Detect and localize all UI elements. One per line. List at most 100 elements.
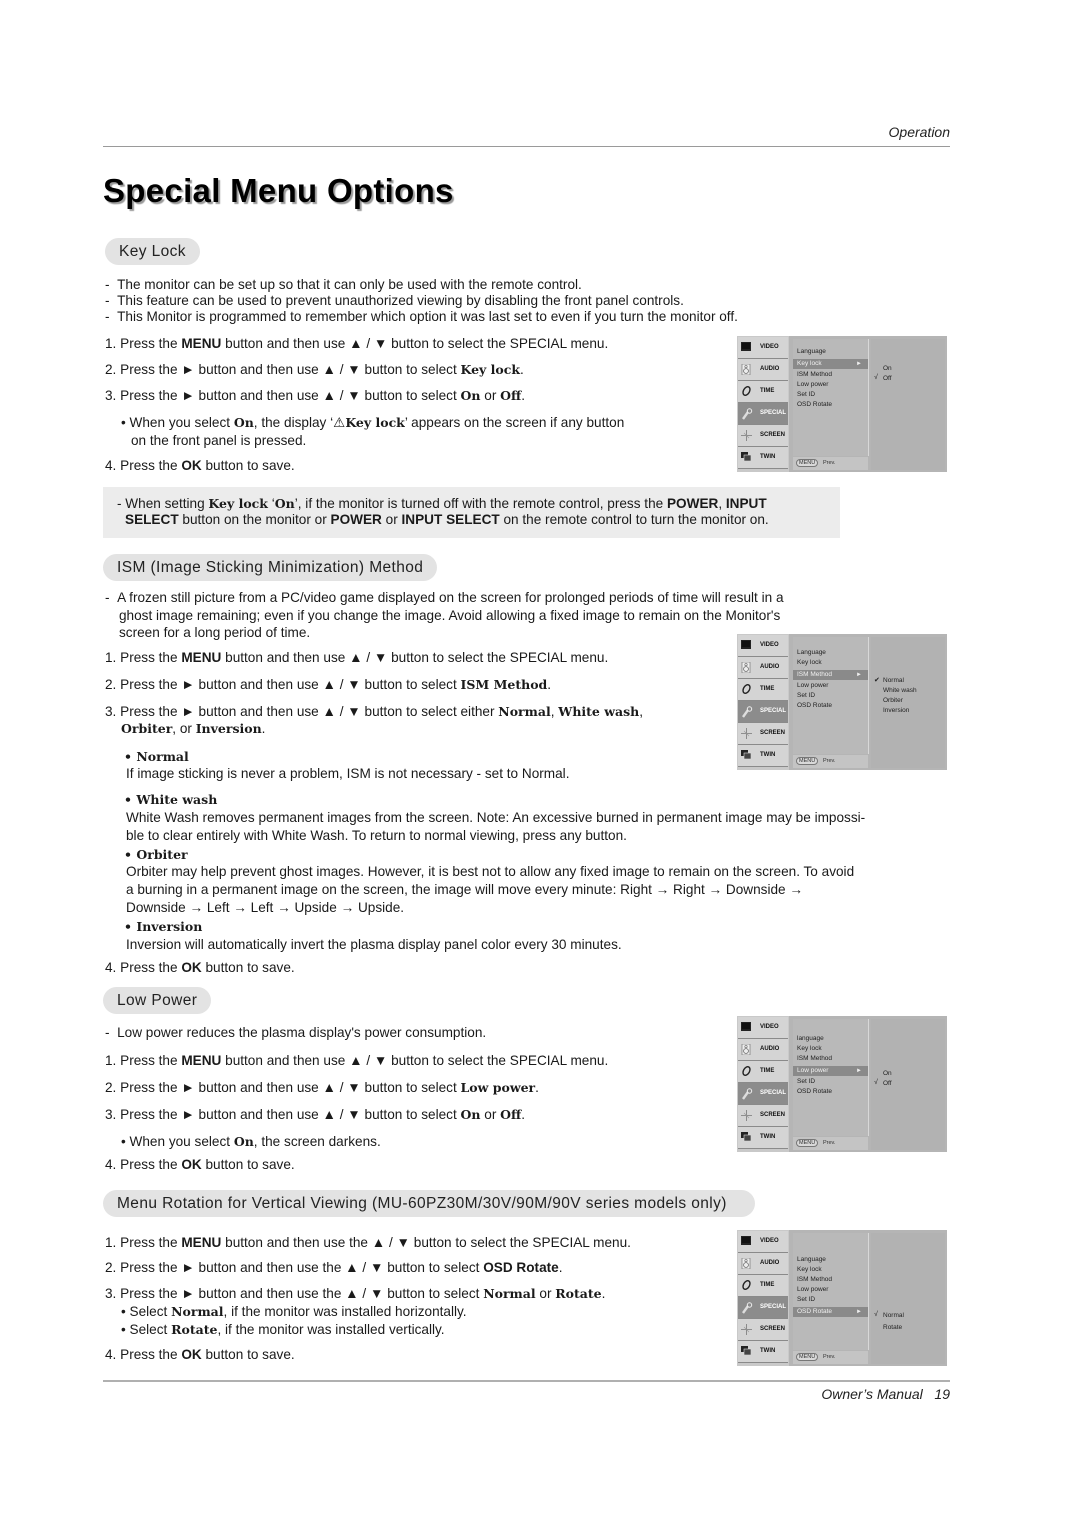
osd-tab-screen[interactable]: SCREEN xyxy=(738,1105,788,1127)
step-2: 2. Press the ► button and then use ▲ / ▼… xyxy=(105,362,524,377)
video-icon xyxy=(741,640,751,649)
osd-menu-item[interactable]: OSD Rotate xyxy=(797,401,832,408)
osd-menu-list: Language Key lock ISM Method Low power Set I… xyxy=(793,1233,869,1350)
osd-tab-video[interactable]: VIDEO xyxy=(738,1231,788,1253)
osd-tab-label: VIDEO xyxy=(760,642,779,648)
osd-menu-item[interactable]: Low power xyxy=(797,381,828,388)
osd-menu-item[interactable]: language xyxy=(797,1035,824,1042)
osd-tab-label: SCREEN xyxy=(760,432,786,438)
osd-tab-twin[interactable]: TWIN xyxy=(738,1127,788,1149)
osd-menu-item[interactable]: Low power xyxy=(797,682,828,689)
osd-menu-item[interactable]: Language xyxy=(797,1256,826,1263)
step-4: 4. Press the OK button to save. xyxy=(105,1157,295,1172)
osd-tab-special[interactable]: SPECIAL xyxy=(738,1083,788,1105)
osd-menu-item[interactable]: Set ID xyxy=(797,692,815,699)
osd-menu-item[interactable]: Language xyxy=(797,649,826,656)
osd-menu-item-label: OSD Rotate xyxy=(797,1088,833,1095)
osd-menu-item-label: OSD Rotate xyxy=(797,401,833,408)
section-heading-key-lock: Key Lock xyxy=(105,238,200,265)
osd-menu-item[interactable]: Set ID xyxy=(797,1296,815,1303)
osd-tab-column: VIDEO AUDIO TIME SPECIAL SCREEN TWIN xyxy=(737,1230,789,1366)
osd-tab-screen[interactable]: SCREEN xyxy=(738,723,788,745)
osd-option-normal[interactable]: Normal xyxy=(883,1312,904,1319)
osd-option-off[interactable]: Off xyxy=(883,375,892,382)
osd-menu-item[interactable]: OSD Rotate xyxy=(797,1088,832,1095)
osd-tab-screen[interactable]: SCREEN xyxy=(738,1319,788,1341)
osd-tab-video[interactable]: VIDEO xyxy=(738,635,788,657)
osd-tab-audio[interactable]: AUDIO xyxy=(738,1039,788,1061)
osd-tab-label: TWIN xyxy=(760,1348,776,1354)
osd-menu-item-label: Language xyxy=(797,348,826,355)
osd-menu-item-selected[interactable]: Key lock ► xyxy=(793,359,868,369)
osd-option-orbiter[interactable]: Orbiter xyxy=(883,697,903,704)
osd-tab-time[interactable]: TIME xyxy=(738,381,788,403)
osd-tab-audio[interactable]: AUDIO xyxy=(738,1253,788,1275)
osd-tab-special[interactable]: SPECIAL xyxy=(738,1297,788,1319)
osd-menu-item[interactable]: OSD Rotate xyxy=(797,702,832,709)
osd-tab-time[interactable]: TIME xyxy=(738,679,788,701)
osd-tab-twin[interactable]: TWIN xyxy=(738,745,788,767)
osd-menu-item-label: language xyxy=(797,1035,824,1042)
osd-menu-item-selected[interactable]: OSD Rotate ► xyxy=(793,1307,868,1317)
osd-tab-special[interactable]: SPECIAL xyxy=(738,701,788,723)
osd-tab-label: AUDIO xyxy=(760,1260,780,1266)
check-icon: √ xyxy=(874,1311,878,1318)
osd-tab-twin[interactable]: TWIN xyxy=(738,1341,788,1363)
osd-menu-item-label: Set ID xyxy=(797,391,816,398)
osd-menu-item[interactable]: Set ID xyxy=(797,391,815,398)
step-1: 1. Press the MENU button and then use th… xyxy=(105,1235,631,1250)
osd-menu-button[interactable]: MENU xyxy=(796,1353,819,1361)
osd-tab-twin[interactable]: TWIN xyxy=(738,447,788,469)
osd-menu-item-selected[interactable]: Low power ► xyxy=(793,1066,868,1076)
osd-tab-video[interactable]: VIDEO xyxy=(738,337,788,359)
osd-option-on[interactable]: On xyxy=(883,1070,892,1077)
osd-tab-special[interactable]: SPECIAL xyxy=(738,403,788,425)
osd-menu-button[interactable]: MENU xyxy=(796,757,819,765)
osd-menu-button[interactable]: MENU xyxy=(796,1139,819,1147)
check-icon: √ xyxy=(874,374,878,381)
osd-option-inversion[interactable]: Inversion xyxy=(883,707,909,714)
osd-footer: MENU Prev. xyxy=(793,755,868,768)
osd-menu-list: Language Key lock ► ISM Method Low power Set … xyxy=(793,339,869,456)
osd-option-off[interactable]: Off xyxy=(883,1080,892,1087)
osd-menu-button[interactable]: MENU xyxy=(796,459,819,467)
osd-menu-item[interactable]: ISM Method xyxy=(797,1055,832,1062)
osd-menu-item[interactable]: Key lock xyxy=(797,659,822,666)
osd-menu-item[interactable]: ISM Method xyxy=(797,371,832,378)
step-3: 3. Press the ► button and then use ▲ / ▼… xyxy=(105,1107,526,1122)
osd-menu-item[interactable]: Key lock xyxy=(797,1045,822,1052)
page-number: 19 xyxy=(934,1386,950,1402)
video-icon xyxy=(741,1236,751,1245)
osd-menu-item-label: Low power xyxy=(797,1286,829,1293)
osd-option-normal[interactable]: Normal xyxy=(883,677,904,684)
osd-menu-item-label: ISM Method xyxy=(797,671,833,678)
osd-menu-item[interactable]: Low power xyxy=(797,1286,828,1293)
osd-tab-label: VIDEO xyxy=(760,344,779,350)
osd-menu-item-label: Key lock xyxy=(797,1045,822,1052)
step-3-bullet-cont: on the front panel is pressed. xyxy=(131,433,307,448)
osd-tab-label: AUDIO xyxy=(760,664,780,670)
osd-tab-audio[interactable]: AUDIO xyxy=(738,359,788,381)
osd-option-on[interactable]: On xyxy=(883,365,892,372)
intro-text: This feature can be used to prevent unau… xyxy=(117,293,684,308)
osd-tab-label: TWIN xyxy=(760,454,776,460)
osd-menu-item[interactable]: Language xyxy=(797,348,826,355)
osd-tab-screen[interactable]: SCREEN xyxy=(738,425,788,447)
intro-line: - This feature can be used to prevent un… xyxy=(105,293,684,308)
osd-menu-item[interactable]: ISM Method xyxy=(797,1276,832,1283)
step-4: 4. Press the OK button to save. xyxy=(105,1347,295,1362)
osd-menu-item[interactable]: Key lock xyxy=(797,1266,822,1273)
twin-icon xyxy=(741,1132,752,1142)
osd-menu-item-selected[interactable]: ISM Method ► xyxy=(793,670,868,680)
osd-tab-time[interactable]: TIME xyxy=(738,1275,788,1297)
osd-tab-video[interactable]: VIDEO xyxy=(738,1017,788,1039)
osd-option-white-wash[interactable]: White wash xyxy=(883,687,917,694)
osd-menu-item-label: OSD Rotate xyxy=(797,702,833,709)
osd-menu-item[interactable]: Set ID xyxy=(797,1078,815,1085)
osd-option-rotate[interactable]: Rotate xyxy=(883,1324,902,1331)
osd-tab-audio[interactable]: AUDIO xyxy=(738,657,788,679)
osd-tab-time[interactable]: TIME xyxy=(738,1061,788,1083)
osd-menu-item-label: ISM Method xyxy=(797,1055,833,1062)
osd-menu-item-label: Key lock xyxy=(797,1266,822,1273)
osd-tab-label: SPECIAL xyxy=(760,1304,787,1310)
